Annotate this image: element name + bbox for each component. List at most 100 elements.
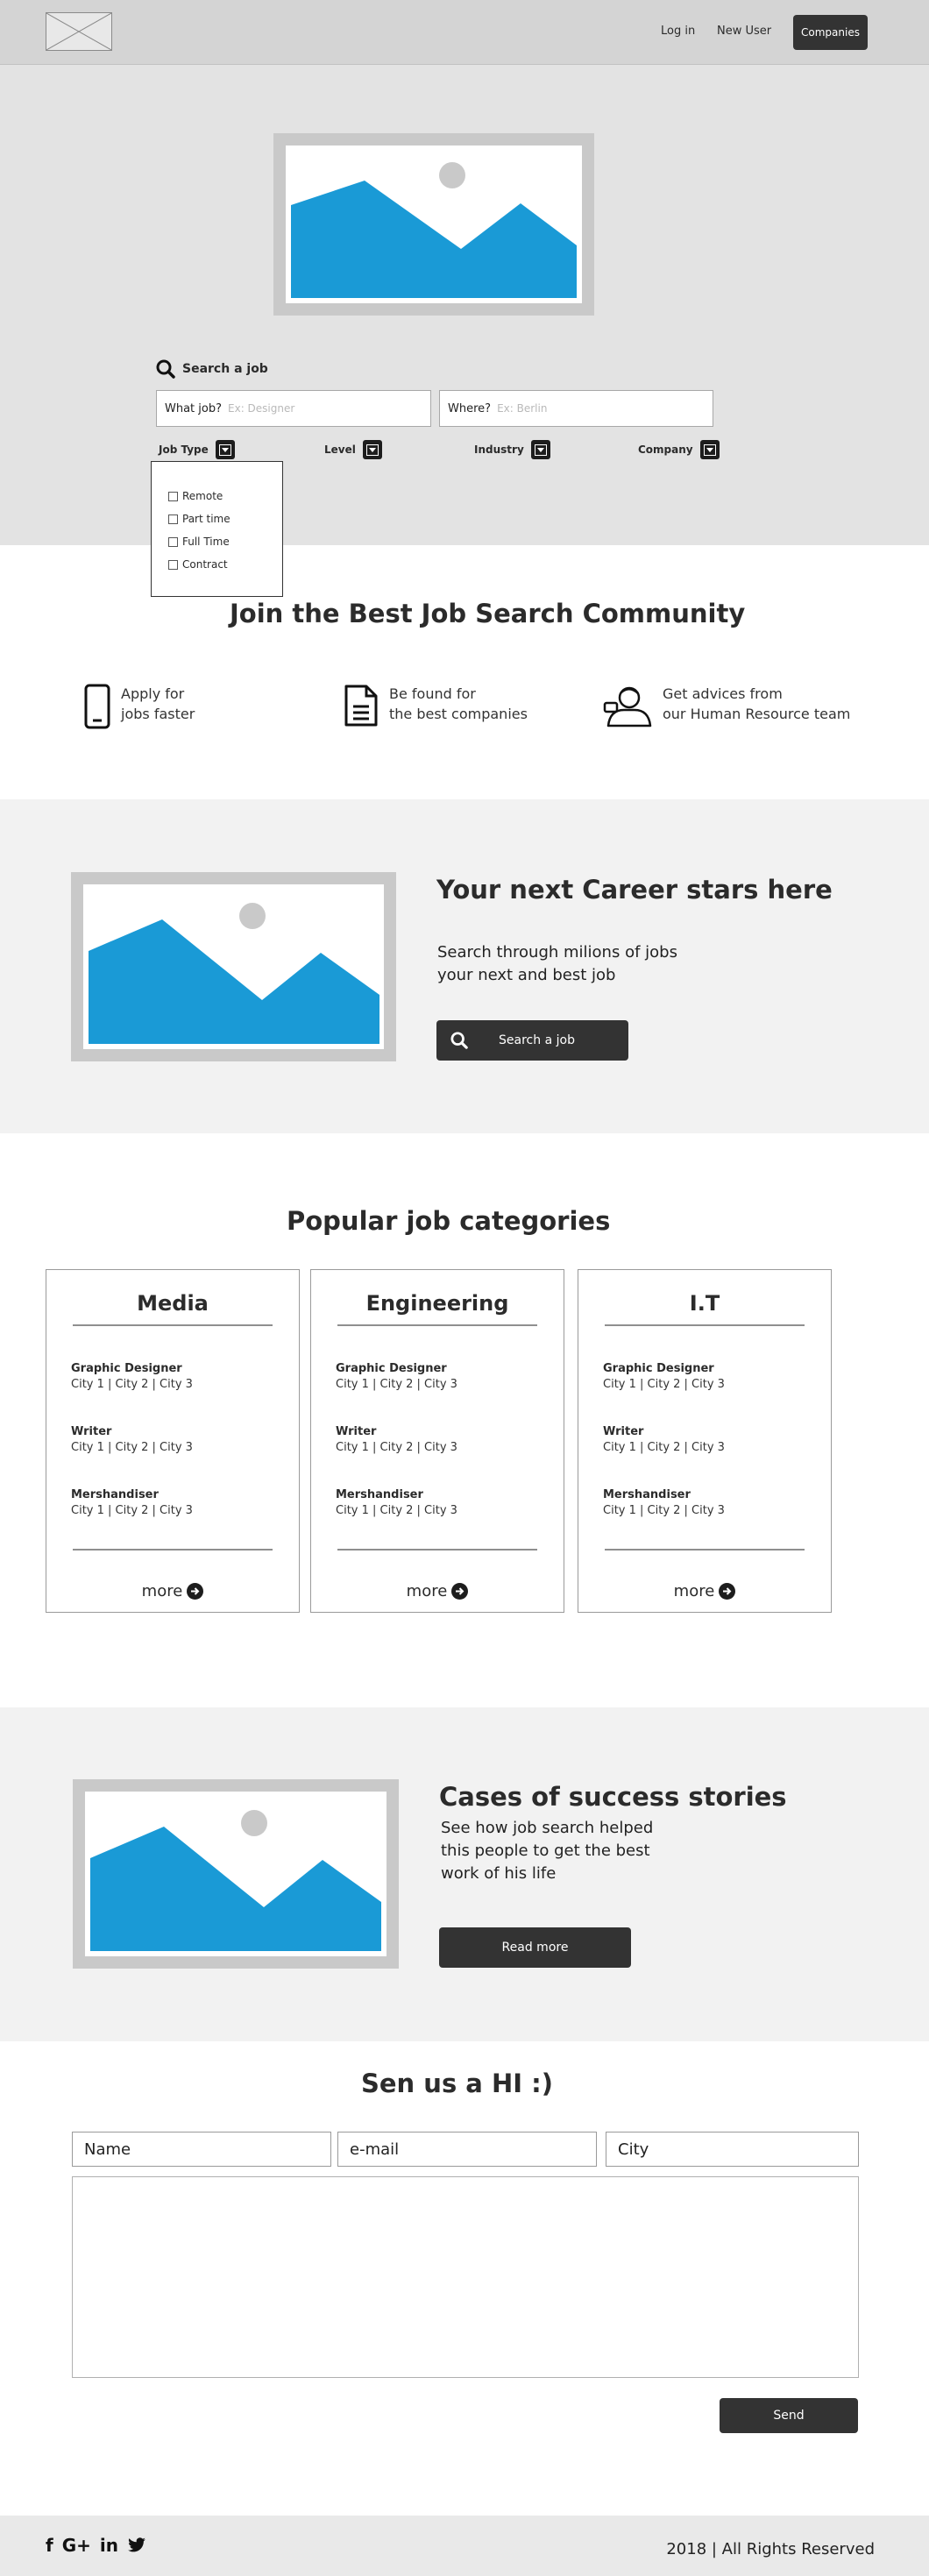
career-image-placeholder <box>71 872 396 1061</box>
category-title: Engineering <box>365 1291 509 1316</box>
where-field[interactable]: Where? <box>439 390 713 427</box>
chevron-down-icon[interactable] <box>699 440 720 459</box>
message-textarea[interactable] <box>72 2176 859 2378</box>
option-contract[interactable]: Contract <box>168 553 282 576</box>
chevron-down-icon[interactable] <box>530 440 550 459</box>
success-text: See how job search helped this people to… <box>441 1817 653 1885</box>
option-label: Part time <box>182 513 230 525</box>
login-link[interactable]: Log in <box>661 25 695 38</box>
job-title[interactable]: Mershandiser <box>71 1487 193 1503</box>
option-part-time[interactable]: Part time <box>168 507 282 530</box>
feature-line1: Apply for <box>121 685 185 702</box>
option-label: Remote <box>182 490 223 502</box>
search-title-text: Search a job <box>182 362 268 376</box>
job-item[interactable]: Mershandiser City 1 | City 2 | City 3 <box>603 1487 725 1519</box>
checkbox[interactable] <box>168 514 178 524</box>
facebook-icon[interactable]: f <box>46 2535 53 2556</box>
job-title[interactable]: Writer <box>71 1424 193 1440</box>
name-input[interactable] <box>72 2132 331 2167</box>
job-item[interactable]: Writer City 1 | City 2 | City 3 <box>336 1424 457 1456</box>
success-title: Cases of success stories <box>439 1782 787 1812</box>
logo-placeholder-icon[interactable] <box>46 12 112 51</box>
chevron-down-icon[interactable] <box>215 440 235 459</box>
job-item[interactable]: Writer City 1 | City 2 | City 3 <box>603 1424 725 1456</box>
more-link[interactable]: more <box>578 1582 831 1600</box>
job-item[interactable]: Mershandiser City 1 | City 2 | City 3 <box>71 1487 193 1519</box>
job-type-label: Job Type <box>159 444 209 456</box>
job-cities: City 1 | City 2 | City 3 <box>71 1504 193 1517</box>
career-title: Your next Career stars here <box>436 875 833 905</box>
more-link[interactable]: more <box>46 1582 299 1600</box>
success-line3: work of his life <box>441 1864 557 1883</box>
search-icon <box>450 1032 468 1049</box>
send-button[interactable]: Send <box>720 2398 858 2433</box>
social-links: f G+ in <box>46 2535 146 2556</box>
industry-filter[interactable]: Industry <box>474 440 550 459</box>
more-link[interactable]: more <box>311 1582 564 1600</box>
footer: f G+ in 2018 | All Rights Reserved <box>0 2516 929 2576</box>
job-title[interactable]: Mershandiser <box>336 1487 457 1503</box>
checkbox[interactable] <box>168 536 178 547</box>
linkedin-icon[interactable]: in <box>100 2535 118 2556</box>
job-item[interactable]: Graphic Designer City 1 | City 2 | City … <box>71 1361 193 1393</box>
more-label: more <box>406 1582 448 1600</box>
option-full-time[interactable]: Full Time <box>168 530 282 553</box>
category-title: Media <box>137 1291 209 1316</box>
what-job-field[interactable]: What job? <box>156 390 431 427</box>
job-cities: City 1 | City 2 | City 3 <box>603 1441 725 1454</box>
category-card-it: I.T Graphic Designer City 1 | City 2 | C… <box>578 1269 832 1613</box>
career-text: Search through milions of jobs your next… <box>437 941 677 987</box>
google-plus-icon[interactable]: G+ <box>62 2535 91 2556</box>
new-user-link[interactable]: New User <box>717 25 771 38</box>
search-job-label: Search a job <box>499 1033 575 1047</box>
job-cities: City 1 | City 2 | City 3 <box>336 1378 457 1391</box>
companies-button[interactable]: Companies <box>793 15 868 50</box>
category-card-media: Media Graphic Designer City 1 | City 2 |… <box>46 1269 300 1613</box>
landscape-image-icon <box>85 1792 386 1956</box>
job-title[interactable]: Writer <box>336 1424 457 1440</box>
contact-title: Sen us a HI :) <box>361 2069 553 2098</box>
where-input[interactable] <box>497 402 629 415</box>
job-type-filter[interactable]: Job Type <box>159 440 235 459</box>
company-filter[interactable]: Company <box>638 440 720 459</box>
landscape-image-icon <box>83 884 384 1049</box>
document-icon <box>344 685 378 727</box>
arrow-right-circle-icon <box>719 1583 736 1600</box>
industry-label: Industry <box>474 444 524 456</box>
feature-line1: Be found for <box>389 685 476 702</box>
checkbox[interactable] <box>168 491 178 501</box>
feature-apply: Apply for jobs faster <box>84 684 195 729</box>
job-title[interactable]: Graphic Designer <box>336 1361 457 1377</box>
twitter-icon[interactable] <box>127 2537 146 2553</box>
community-title: Join the Best Job Search Community <box>230 599 746 628</box>
job-title[interactable]: Writer <box>603 1424 725 1440</box>
landscape-image-icon <box>286 145 582 303</box>
job-type-dropdown: Remote Part time Full Time Contract <box>151 461 283 597</box>
job-cities: City 1 | City 2 | City 3 <box>336 1504 457 1517</box>
success-line2: this people to get the best <box>441 1842 650 1860</box>
smartphone-icon <box>84 684 110 729</box>
job-title[interactable]: Mershandiser <box>603 1487 725 1503</box>
checkbox[interactable] <box>168 559 178 570</box>
job-item[interactable]: Graphic Designer City 1 | City 2 | City … <box>603 1361 725 1393</box>
feature-line2: our Human Resource team <box>663 706 851 722</box>
divider <box>337 1324 537 1326</box>
arrow-right-circle-icon <box>187 1583 204 1600</box>
email-input[interactable] <box>337 2132 597 2167</box>
job-cities: City 1 | City 2 | City 3 <box>603 1504 725 1517</box>
chevron-down-icon[interactable] <box>362 440 382 459</box>
job-title[interactable]: Graphic Designer <box>603 1361 725 1377</box>
city-input[interactable] <box>606 2132 859 2167</box>
read-more-button[interactable]: Read more <box>439 1927 631 1968</box>
option-remote[interactable]: Remote <box>168 485 282 507</box>
job-title[interactable]: Graphic Designer <box>71 1361 193 1377</box>
what-job-input[interactable] <box>228 402 360 415</box>
hero-image-placeholder <box>273 133 594 316</box>
job-item[interactable]: Writer City 1 | City 2 | City 3 <box>71 1424 193 1456</box>
job-item[interactable]: Mershandiser City 1 | City 2 | City 3 <box>336 1487 457 1519</box>
more-label: more <box>673 1582 715 1600</box>
level-filter[interactable]: Level <box>324 440 382 459</box>
company-label: Company <box>638 444 693 456</box>
search-job-button[interactable]: Search a job <box>436 1020 628 1061</box>
job-item[interactable]: Graphic Designer City 1 | City 2 | City … <box>336 1361 457 1393</box>
